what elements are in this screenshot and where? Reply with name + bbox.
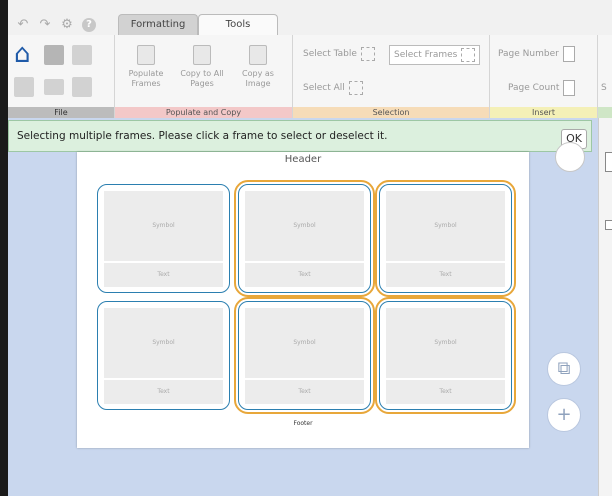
help-icon[interactable]: ? [82,18,96,32]
page-footer[interactable]: Footer [77,420,529,427]
populate-frames-icon [137,45,155,65]
ribbon: ↶ ↷ ⚙ ? Formatting Tools ⌂ File Populate… [8,0,612,118]
notification-message: Selecting multiple frames. Please click … [17,130,388,142]
copy-to-all-pages-button[interactable]: Copy to All Pages [179,45,225,89]
page-count-button[interactable]: Page Count [508,79,576,99]
background-tool-button[interactable] [555,142,585,172]
group-insert: Page Number Page Count Insert [490,35,598,118]
copy-as-image-icon [249,45,267,65]
text-placeholder: Text [245,380,364,404]
page-count-icon [563,79,576,96]
group-populate-and-copy: Populate Frames Copy to All Pages Copy a… [115,35,293,118]
text-placeholder: Text [245,263,364,287]
add-page-icon[interactable]: + [547,398,581,432]
undo-icon[interactable]: ↶ [16,18,30,32]
print-icon[interactable] [44,79,64,95]
right-panel-checkbox[interactable] [605,220,612,230]
frame-cell-2[interactable]: Symbol Text [234,180,375,297]
populate-frames-label: Populate Frames [128,69,164,88]
group-label-file: File [8,107,114,118]
group-label-populate: Populate and Copy [115,107,292,118]
symbol-placeholder: Symbol [386,191,505,261]
frame-cell-4[interactable]: Symbol Text [97,301,230,410]
frames-grid-icon [461,47,476,62]
ribbon-groups: ⌂ File Populate Frames Copy to All Pages… [8,35,612,118]
select-frames-label: Select Frames [394,50,458,60]
symbol-placeholder: Symbol [386,308,505,378]
page-number-button[interactable]: Page Number [498,45,575,65]
redo-icon[interactable]: ↷ [38,18,52,32]
home-icon[interactable]: ⌂ [14,41,36,67]
copy-page-icon[interactable]: ⧉ [547,352,581,386]
symbol-placeholder: Symbol [245,191,364,261]
group-label-partial [598,107,612,118]
page-number-icon [562,45,575,62]
text-placeholder: Text [104,263,223,287]
group-partial: S [598,35,612,118]
page-count-label: Page Count [508,83,560,93]
quick-access-toolbar: ↶ ↷ ⚙ ? [16,18,96,32]
page-header[interactable]: Header [77,154,529,165]
tab-formatting[interactable]: Formatting [118,14,198,36]
group-selection: Select Table Select Frames Select All Se… [293,35,490,118]
select-all-icon [348,80,363,95]
populate-frames-button[interactable]: Populate Frames [123,45,169,89]
symbol-placeholder: Symbol [104,191,223,261]
frame-cell-6[interactable]: Symbol Text [375,297,516,414]
tab-tools[interactable]: Tools [198,14,278,36]
save-as-icon[interactable] [72,45,92,65]
right-panel-field[interactable] [605,152,612,172]
frame-cell-1[interactable]: Symbol Text [97,184,230,293]
group-label-selection: Selection [293,107,489,118]
multi-select-notification: Selecting multiple frames. Please click … [8,120,592,152]
select-frames-button[interactable]: Select Frames [389,45,481,65]
partial-group-button[interactable]: S [601,79,607,99]
text-placeholder: Text [386,263,505,287]
partial-group-label: S [601,83,607,93]
frame-cell-5[interactable]: Symbol Text [234,297,375,414]
frame-cell-3[interactable]: Symbol Text [375,180,516,297]
export-icon[interactable] [72,77,92,97]
group-label-insert: Insert [490,107,597,118]
copy-as-image-label: Copy as Image [242,69,274,88]
left-edge-strip [0,0,8,496]
open-icon[interactable] [14,77,34,97]
text-placeholder: Text [104,380,223,404]
symbol-placeholder: Symbol [104,308,223,378]
select-all-button[interactable]: Select All [303,79,363,99]
page-number-label: Page Number [498,49,559,59]
symbol-placeholder: Symbol [245,308,364,378]
right-side-panel [598,118,612,496]
save-icon[interactable] [44,45,64,65]
copy-to-all-pages-label: Copy to All Pages [180,69,224,88]
copy-as-image-button[interactable]: Copy as Image [235,45,281,89]
document-page[interactable]: Header Symbol Text Symbol Text Symbol Te… [77,152,529,448]
text-placeholder: Text [386,380,505,404]
gear-icon[interactable]: ⚙ [60,18,74,32]
group-file: ⌂ File [8,35,115,118]
select-all-label: Select All [303,83,345,93]
select-table-button[interactable]: Select Table [303,45,375,65]
copy-to-all-pages-icon [193,45,211,65]
select-table-label: Select Table [303,49,357,59]
table-grid-icon [360,46,375,61]
